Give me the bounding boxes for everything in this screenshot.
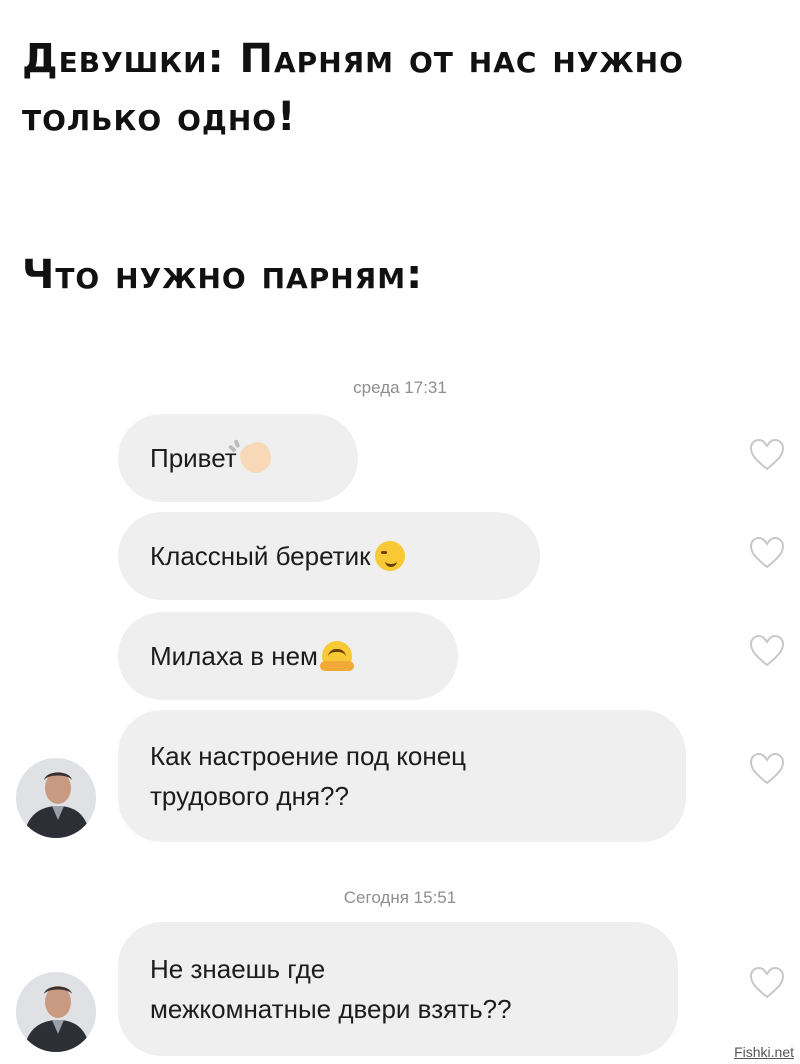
- meme-caption-bottom: Что нужно парням:: [22, 246, 423, 304]
- caption-text: то нужно парням:: [55, 252, 424, 298]
- site-watermark: Fishki.net: [734, 1044, 794, 1060]
- chat-timestamp: Сегодня 15:51: [343, 888, 457, 907]
- sender-avatar[interactable]: [16, 972, 96, 1052]
- like-heart-icon[interactable]: [748, 536, 786, 570]
- hugging-face-emoji-icon: [319, 641, 354, 671]
- waving-hand-emoji-icon: [236, 438, 275, 478]
- like-heart-icon[interactable]: [748, 634, 786, 668]
- message-bubble[interactable]: Классный беретик: [118, 512, 540, 600]
- caption-cap-letter: Ч: [22, 252, 56, 298]
- like-heart-icon[interactable]: [748, 752, 786, 786]
- caption-cap-letter: Д: [22, 36, 59, 82]
- message-text: Классный беретик: [150, 541, 371, 571]
- sender-avatar[interactable]: [16, 758, 96, 838]
- like-heart-icon[interactable]: [748, 438, 786, 472]
- message-bubble[interactable]: Милаха в нем: [118, 612, 458, 700]
- message-bubble[interactable]: Привет: [118, 414, 358, 502]
- message-text: Привет: [150, 443, 237, 473]
- caption-cap-letter: П: [239, 36, 274, 82]
- message-text: Милаха в нем: [150, 641, 318, 671]
- message-bubble[interactable]: Как настроение под конец трудового дня??: [118, 710, 686, 842]
- message-bubble[interactable]: Не знаешь где межкомнатные двери взять??: [118, 922, 678, 1056]
- person-avatar-icon: [16, 758, 96, 838]
- chat-timestamp: среда 17:31: [353, 378, 447, 397]
- meme-caption-top: Девушки: Парням от нас нужно только одно…: [22, 30, 782, 146]
- message-text: Не знаешь где межкомнатные двери взять??: [150, 954, 512, 1024]
- caption-text: евушки:: [58, 36, 240, 82]
- person-avatar-icon: [16, 972, 96, 1052]
- smirking-face-emoji-icon: [374, 541, 405, 571]
- message-text: Как настроение под конец трудового дня??: [150, 741, 467, 811]
- like-heart-icon[interactable]: [748, 966, 786, 1000]
